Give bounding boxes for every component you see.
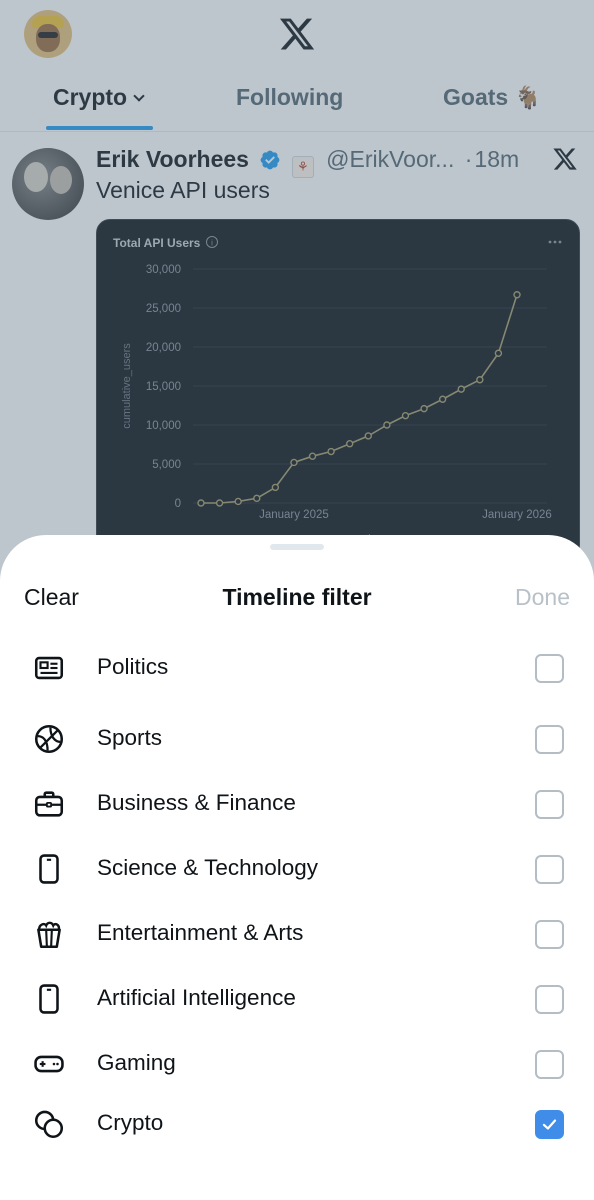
filter-row-science-technology[interactable]: Science & Technology [0,838,594,898]
phone-icon [39,854,59,884]
filter-checkbox-science-technology[interactable] [535,855,564,884]
gamepad-icon [34,1055,64,1073]
coins-icon [34,1110,64,1139]
filter-label: Crypto [97,1110,164,1135]
filter-row-entertainment-arts[interactable]: Entertainment & Arts [0,903,594,963]
phone-icon [39,984,59,1014]
filter-row-gaming[interactable]: Gaming [0,1033,594,1093]
popcorn-icon [37,921,61,949]
filter-label: Business & Finance [97,790,296,815]
clear-button[interactable]: Clear [24,584,79,611]
briefcase-icon [34,791,64,817]
filter-checkbox-politics[interactable] [535,654,564,683]
filter-label: Sports [97,725,163,750]
filter-row-sports[interactable]: Sports [0,708,594,768]
filter-label: Artificial Intelligence [97,985,296,1010]
newspaper-icon [34,656,64,680]
filter-checkbox-crypto[interactable] [535,1110,564,1139]
filter-label: Gaming [97,1050,176,1075]
ball-icon [34,724,64,754]
filter-checkbox-entertainment-arts[interactable] [535,920,564,949]
filter-checkbox-gaming[interactable] [535,1050,564,1079]
timeline-filter-sheet: Timeline filter Clear Done Politics Spor… [0,535,594,1200]
filter-label: Science & Technology [97,855,318,880]
done-button[interactable]: Done [515,584,570,611]
filter-label: Entertainment & Arts [97,920,304,945]
filter-row-business-finance[interactable]: Business & Finance [0,773,594,833]
checkmark-icon [542,1119,557,1130]
filter-row-artificial-intelligence[interactable]: Artificial Intelligence [0,968,594,1028]
filter-label: Politics [97,654,169,679]
filter-row-crypto[interactable]: Crypto [0,1093,594,1153]
filter-checkbox-business-finance[interactable] [535,790,564,819]
filter-checkbox-sports[interactable] [535,725,564,754]
filter-row-politics[interactable]: Politics [0,637,594,697]
filter-checkbox-artificial-intelligence[interactable] [535,985,564,1014]
sheet-grabber[interactable] [270,544,324,550]
sheet-title: Timeline filter [222,584,372,610]
